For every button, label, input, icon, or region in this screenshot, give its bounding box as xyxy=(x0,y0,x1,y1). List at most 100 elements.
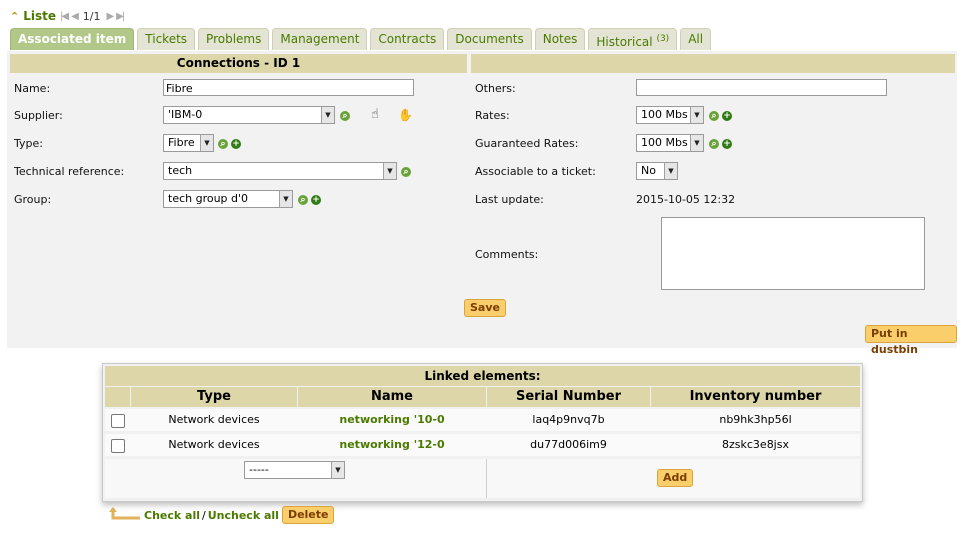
tab-label: Documents xyxy=(455,32,524,46)
group-label: Group: xyxy=(14,193,52,206)
row-serial: laq4p9nvq7b xyxy=(532,413,605,426)
mass-action-bar: Check all / Uncheck all Delete xyxy=(108,505,335,525)
add-icon[interactable]: + xyxy=(722,111,732,121)
name-input[interactable]: Fibre xyxy=(163,79,414,96)
comments-label: Comments: xyxy=(475,248,539,261)
techref-value: tech xyxy=(168,164,193,177)
tab-label: Tickets xyxy=(145,32,188,46)
linked-elements-title: Linked elements: xyxy=(105,366,860,386)
glove-icon[interactable]: ✋ xyxy=(398,108,413,122)
tab-contracts[interactable]: Contracts xyxy=(370,28,445,50)
liste-link[interactable]: Liste xyxy=(23,9,56,23)
add-row-divider xyxy=(486,459,487,498)
tab-all[interactable]: All xyxy=(680,28,712,50)
column-header-type: Type xyxy=(131,387,297,407)
last-update-value: 2015-10-05 12:32 xyxy=(636,193,736,206)
dropdown-arrow-icon: ▼ xyxy=(321,107,334,123)
tab-documents[interactable]: Documents xyxy=(447,28,532,50)
next-page-icon[interactable]: ▶ xyxy=(106,11,114,22)
separator: / xyxy=(202,508,206,522)
top-navigation: ⌃ Liste |◀ ◀ 1/1 ▶ ▶| xyxy=(10,8,125,24)
uncheck-all-link[interactable]: Uncheck all xyxy=(208,509,279,522)
type-value: Fibre xyxy=(168,136,195,149)
form-header-right xyxy=(471,54,955,73)
dropdown-arrow-icon: ▼ xyxy=(690,107,703,123)
rates-value: 100 Mbs xyxy=(641,108,688,121)
tab-associated-item[interactable]: Associated item xyxy=(10,28,135,50)
pager-text: 1/1 xyxy=(82,9,101,23)
row-name-link[interactable]: networking '10-0 xyxy=(298,409,486,431)
dropdown-arrow-icon: ▼ xyxy=(690,135,703,151)
others-input[interactable] xyxy=(636,79,887,96)
search-icon[interactable]: ⌕ xyxy=(218,139,228,149)
techref-select[interactable]: tech ▼ xyxy=(163,162,397,180)
tab-management[interactable]: Management xyxy=(272,28,368,50)
column-header-inventory: Inventory number xyxy=(651,387,860,407)
tab-label: Problems xyxy=(206,32,262,46)
last-update-label: Last update: xyxy=(475,193,544,206)
row-name-link[interactable]: networking '12-0 xyxy=(298,434,486,456)
save-button[interactable]: Save xyxy=(464,299,506,317)
dropdown-arrow-icon: ▼ xyxy=(279,191,292,207)
add-icon[interactable]: + xyxy=(311,195,321,205)
dropdown-arrow-icon: ▼ xyxy=(664,163,677,179)
associable-value: No xyxy=(641,164,656,177)
search-icon[interactable]: ⌕ xyxy=(709,139,719,149)
supplier-label: Supplier: xyxy=(14,109,63,122)
rates-select[interactable]: 100 Mbs ▼ xyxy=(636,106,704,124)
row-checkbox[interactable] xyxy=(111,414,125,428)
dropdown-arrow-icon: ▼ xyxy=(331,462,344,478)
hand-pointer-icon[interactable]: ☝ xyxy=(371,107,379,122)
others-label: Others: xyxy=(475,82,516,95)
first-page-icon[interactable]: |◀ xyxy=(60,11,69,22)
connection-form: Connections - ID 1 Name: Fibre Supplier:… xyxy=(7,51,957,356)
put-in-dustbin-button[interactable]: Put in dustbin xyxy=(865,325,957,356)
tab-problems[interactable]: Problems xyxy=(198,28,270,50)
tab-historical[interactable]: Historical (3) xyxy=(588,28,678,50)
arrow-corner-icon xyxy=(109,507,140,520)
add-button[interactable]: Add xyxy=(657,469,694,487)
type-label: Type: xyxy=(14,137,43,150)
tab-notes[interactable]: Notes xyxy=(534,28,586,50)
associable-label: Associable to a ticket: xyxy=(475,165,596,178)
tab-bar: Associated item Tickets Problems Managem… xyxy=(10,28,712,50)
comments-textarea[interactable] xyxy=(661,217,925,290)
group-select[interactable]: tech group d'0 ▼ xyxy=(163,190,293,208)
row-type: Network devices xyxy=(168,438,260,451)
tab-label: Management xyxy=(280,32,360,46)
row-type: Network devices xyxy=(168,413,260,426)
column-header-name: Name xyxy=(298,387,486,407)
previous-page-icon[interactable]: ◀ xyxy=(71,11,79,22)
delete-button[interactable]: Delete xyxy=(281,506,335,524)
item-type-select[interactable]: ----- ▼ xyxy=(244,461,345,479)
add-icon[interactable]: + xyxy=(722,139,732,149)
techref-label: Technical reference: xyxy=(14,165,125,178)
search-icon[interactable]: ⌕ xyxy=(709,111,719,121)
check-all-link[interactable]: Check all xyxy=(144,509,200,522)
dropdown-arrow-icon: ▼ xyxy=(200,135,213,151)
group-value: tech group d'0 xyxy=(168,192,249,205)
row-inventory: nb9hk3hp56l xyxy=(719,413,792,426)
tab-label: Associated item xyxy=(18,32,127,46)
tab-tickets[interactable]: Tickets xyxy=(137,28,196,50)
guaranteed-rates-select[interactable]: 100 Mbs ▼ xyxy=(636,134,704,152)
rates-label: Rates: xyxy=(475,109,510,122)
checkbox-column-header xyxy=(105,387,130,407)
tab-label: Contracts xyxy=(378,32,437,46)
dropdown-arrow-icon: ▼ xyxy=(383,163,396,179)
search-icon[interactable]: ⌕ xyxy=(340,111,350,121)
type-select[interactable]: Fibre ▼ xyxy=(163,134,214,152)
row-checkbox[interactable] xyxy=(111,439,125,453)
guaranteed-rates-value: 100 Mbs xyxy=(641,136,688,149)
search-icon[interactable]: ⌕ xyxy=(298,195,308,205)
up-arrow-icon[interactable]: ⌃ xyxy=(10,10,19,23)
search-icon[interactable]: ⌕ xyxy=(401,167,411,177)
add-icon[interactable]: + xyxy=(231,139,241,149)
row-inventory: 8zskc3e8jsx xyxy=(722,438,789,451)
associable-select[interactable]: No ▼ xyxy=(636,162,678,180)
supplier-select[interactable]: 'IBM-0 ▼ xyxy=(163,106,335,124)
last-page-icon[interactable]: ▶| xyxy=(116,11,125,22)
guaranteed-rates-label: Guaranteed Rates: xyxy=(475,137,579,150)
tab-label: Notes xyxy=(542,32,578,46)
tab-count-badge: (3) xyxy=(656,34,670,44)
